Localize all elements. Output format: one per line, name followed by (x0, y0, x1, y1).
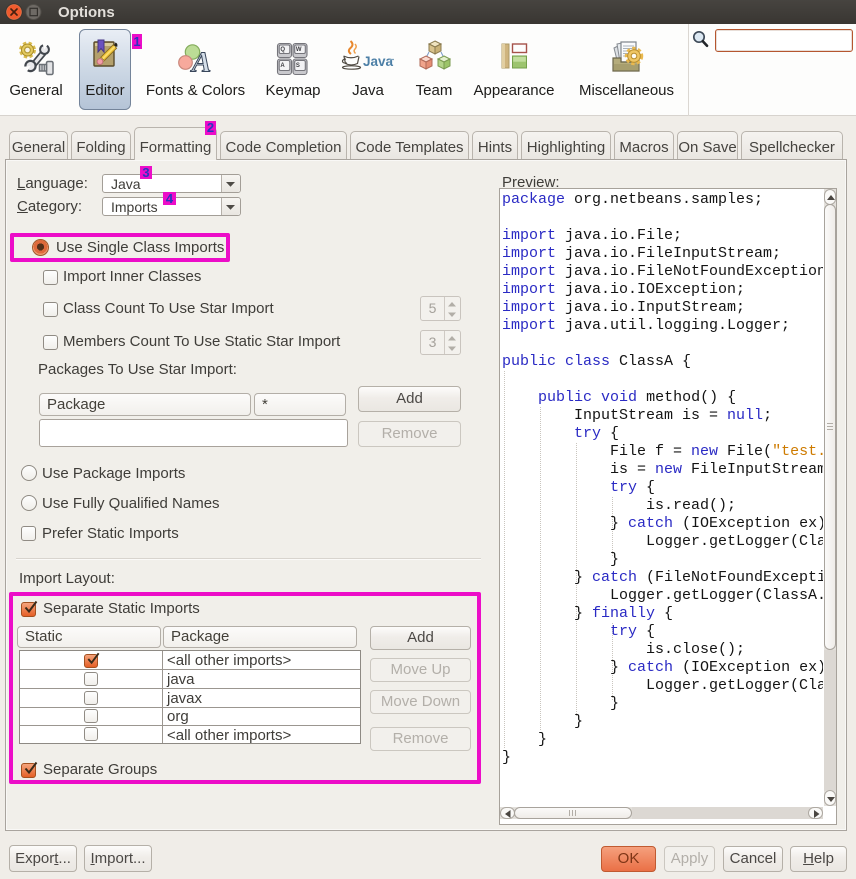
svg-text:W: W (296, 47, 302, 53)
svg-text:S: S (296, 63, 300, 69)
svg-text:A: A (190, 47, 211, 75)
svg-text:Java: Java (363, 54, 394, 69)
svg-text:A: A (280, 63, 285, 69)
svg-text:Q: Q (280, 47, 285, 53)
